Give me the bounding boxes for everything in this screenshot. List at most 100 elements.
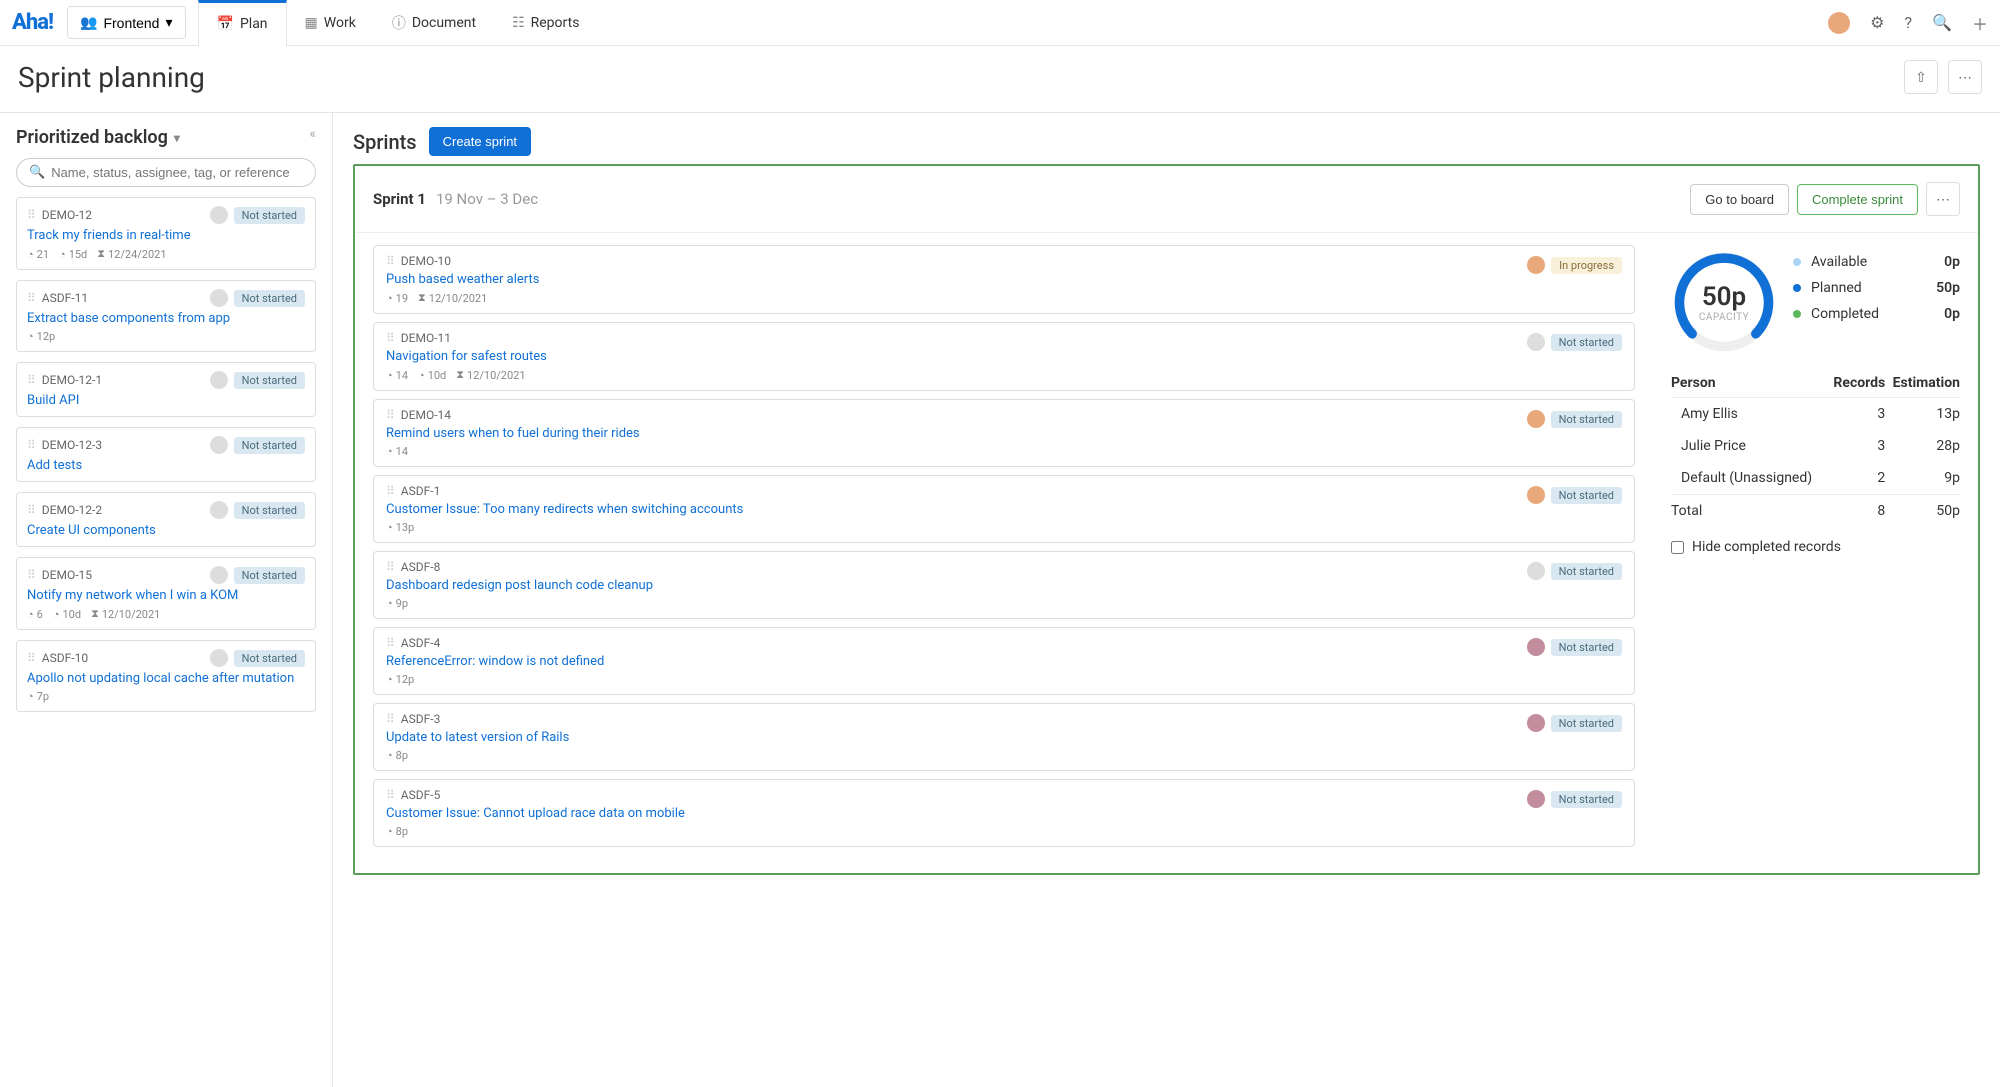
circle-icon: ◔ bbox=[27, 608, 34, 621]
backlog-card[interactable]: ⠿DEMO-15Not startedNotify my network whe… bbox=[16, 557, 316, 630]
tab-work[interactable]: ▦ Work bbox=[287, 0, 374, 46]
go-to-board-button[interactable]: Go to board bbox=[1690, 184, 1789, 215]
workspace-selector[interactable]: 👥 Frontend ▾ bbox=[67, 6, 186, 39]
share-button[interactable]: ⇧ bbox=[1904, 60, 1938, 94]
hide-completed-checkbox[interactable] bbox=[1671, 541, 1684, 554]
assignee-avatar[interactable] bbox=[1527, 486, 1545, 504]
drag-handle-icon[interactable]: ⠿ bbox=[386, 560, 395, 574]
backlog-card[interactable]: ⠿DEMO-12Not startedTrack my friends in r… bbox=[16, 197, 316, 270]
card-title[interactable]: Update to latest version of Rails bbox=[386, 730, 1622, 745]
user-avatar[interactable] bbox=[1828, 12, 1850, 34]
drag-handle-icon[interactable]: ⠿ bbox=[27, 291, 36, 305]
drag-handle-icon[interactable]: ⠿ bbox=[27, 503, 36, 517]
hourglass-icon: ⧗ bbox=[456, 368, 464, 382]
search-icon[interactable]: 🔍 bbox=[1932, 13, 1952, 32]
status-badge: Not started bbox=[1551, 411, 1622, 428]
card-title[interactable]: Navigation for safest routes bbox=[386, 349, 1622, 364]
drag-handle-icon[interactable]: ⠿ bbox=[386, 788, 395, 802]
sprint-more-button[interactable]: ⋯ bbox=[1926, 182, 1960, 216]
more-button[interactable]: ⋯ bbox=[1948, 60, 1982, 94]
assignee-avatar[interactable] bbox=[1527, 790, 1545, 808]
status-badge: Not started bbox=[234, 290, 305, 307]
card-title[interactable]: Customer Issue: Cannot upload race data … bbox=[386, 806, 1622, 821]
complete-sprint-button[interactable]: Complete sprint bbox=[1797, 184, 1918, 215]
card-title[interactable]: Remind users when to fuel during their r… bbox=[386, 426, 1622, 441]
card-title[interactable]: Push based weather alerts bbox=[386, 272, 1622, 287]
card-title[interactable]: Add tests bbox=[27, 458, 305, 473]
backlog-card[interactable]: ⠿ASDF-11Not startedExtract base componen… bbox=[16, 280, 316, 352]
card-title[interactable]: Build API bbox=[27, 393, 305, 408]
card-ref: DEMO-12-3 bbox=[42, 438, 102, 452]
sprint-card[interactable]: ⠿ASDF-4Not startedReferenceError: window… bbox=[373, 627, 1635, 695]
tab-plan[interactable]: 📅 Plan bbox=[198, 0, 287, 46]
circle-icon: ◔ bbox=[386, 521, 393, 534]
clock-icon: ◔ bbox=[53, 608, 60, 621]
capacity-gauge: 50p CAPACITY bbox=[1671, 249, 1777, 355]
collapse-sidebar-button[interactable]: « bbox=[309, 126, 316, 142]
sprint-card[interactable]: ⠿DEMO-11Not startedNavigation for safest… bbox=[373, 322, 1635, 391]
assignee-avatar[interactable] bbox=[210, 649, 228, 667]
legend-value: 0p bbox=[1944, 306, 1960, 322]
status-badge: Not started bbox=[1551, 334, 1622, 351]
assignee-avatar[interactable] bbox=[1527, 562, 1545, 580]
drag-handle-icon[interactable]: ⠿ bbox=[386, 254, 395, 268]
card-title[interactable]: Apollo not updating local cache after mu… bbox=[27, 671, 305, 686]
card-title[interactable]: Customer Issue: Too many redirects when … bbox=[386, 502, 1622, 517]
plus-icon[interactable]: ＋ bbox=[1972, 11, 1988, 35]
card-meta: ◔7p bbox=[27, 690, 305, 703]
drag-handle-icon[interactable]: ⠿ bbox=[386, 636, 395, 650]
assignee-avatar[interactable] bbox=[210, 206, 228, 224]
drag-handle-icon[interactable]: ⠿ bbox=[386, 408, 395, 422]
drag-handle-icon[interactable]: ⠿ bbox=[27, 651, 36, 665]
backlog-card[interactable]: ⠿DEMO-12-2Not startedCreate UI component… bbox=[16, 492, 316, 547]
card-ref: ASDF-1 bbox=[401, 484, 441, 498]
assignee-avatar[interactable] bbox=[210, 289, 228, 307]
backlog-card[interactable]: ⠿DEMO-12-3Not startedAdd tests bbox=[16, 427, 316, 482]
card-title[interactable]: Notify my network when I win a KOM bbox=[27, 588, 305, 603]
hide-completed-check[interactable]: Hide completed records bbox=[1671, 539, 1960, 555]
drag-handle-icon[interactable]: ⠿ bbox=[27, 438, 36, 452]
sprint-card[interactable]: ⠿ASDF-1Not startedCustomer Issue: Too ma… bbox=[373, 475, 1635, 543]
assignee-avatar[interactable] bbox=[1527, 333, 1545, 351]
sprint-card[interactable]: ⠿ASDF-3Not startedUpdate to latest versi… bbox=[373, 703, 1635, 771]
sprint-card[interactable]: ⠿ DEMO-14 Not startedRemind users when to … bbox=[373, 399, 1635, 467]
assignee-avatar[interactable] bbox=[210, 501, 228, 519]
help-icon[interactable]: ? bbox=[1905, 13, 1913, 32]
sprint-card[interactable]: ⠿ASDF-5Not startedCustomer Issue: Cannot… bbox=[373, 779, 1635, 847]
drag-handle-icon[interactable]: ⠿ bbox=[27, 208, 36, 222]
backlog-card[interactable]: ⠿DEMO-12-1Not startedBuild API bbox=[16, 362, 316, 417]
create-sprint-button[interactable]: Create sprint bbox=[429, 127, 531, 156]
page-header: Sprint planning ⇧ ⋯ bbox=[0, 46, 2000, 113]
backlog-card[interactable]: ⠿ASDF-10Not startedApollo not updating l… bbox=[16, 640, 316, 712]
sprint-card[interactable]: ⠿ASDF-8Not startedDashboard redesign pos… bbox=[373, 551, 1635, 619]
drag-handle-icon[interactable]: ⠿ bbox=[386, 331, 395, 345]
drag-handle-icon[interactable]: ⠿ bbox=[27, 373, 36, 387]
drag-handle-icon[interactable]: ⠿ bbox=[386, 712, 395, 726]
tab-reports[interactable]: ☷ Reports bbox=[494, 0, 597, 46]
person-est: 28p bbox=[1885, 430, 1960, 462]
assignee-avatar[interactable] bbox=[1527, 638, 1545, 656]
assignee-avatar[interactable] bbox=[1527, 256, 1545, 274]
assignee-avatar[interactable] bbox=[210, 371, 228, 389]
backlog-search[interactable]: 🔍 bbox=[16, 158, 316, 187]
backlog-title[interactable]: Prioritized backlog ▾ bbox=[16, 127, 316, 148]
drag-handle-icon[interactable]: ⠿ bbox=[386, 484, 395, 498]
card-title[interactable]: Track my friends in real-time bbox=[27, 228, 305, 243]
gear-icon[interactable]: ⚙ bbox=[1870, 13, 1884, 32]
status-badge: Not started bbox=[234, 650, 305, 667]
assignee-avatar[interactable] bbox=[210, 566, 228, 584]
assignee-avatar[interactable] bbox=[1527, 714, 1545, 732]
card-title[interactable]: Dashboard redesign post launch code clea… bbox=[386, 578, 1622, 593]
tab-label: Work bbox=[324, 15, 356, 31]
tab-document[interactable]: ⓘ Document bbox=[374, 0, 494, 46]
card-title[interactable]: Create UI components bbox=[27, 523, 305, 538]
drag-handle-icon[interactable]: ⠿ bbox=[27, 568, 36, 582]
card-ref: DEMO-14 bbox=[401, 408, 451, 422]
card-title[interactable]: ReferenceError: window is not defined bbox=[386, 654, 1622, 669]
assignee-avatar[interactable] bbox=[1527, 410, 1545, 428]
search-input[interactable] bbox=[51, 165, 303, 180]
card-title[interactable]: Extract base components from app bbox=[27, 311, 305, 326]
assignee-avatar[interactable] bbox=[210, 436, 228, 454]
dots-icon: ⋯ bbox=[1936, 191, 1950, 208]
sprint-card[interactable]: ⠿DEMO-10In progressPush based weather al… bbox=[373, 245, 1635, 314]
